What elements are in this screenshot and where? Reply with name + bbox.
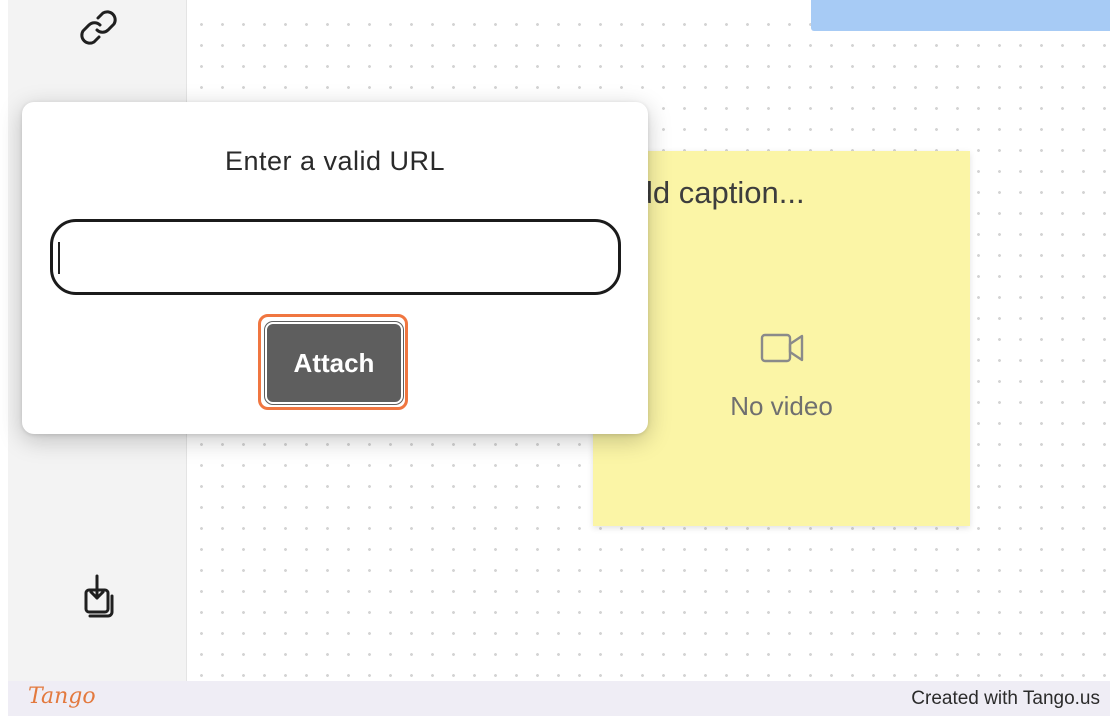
- no-video-label: No video: [730, 391, 833, 421]
- text-caret: [58, 242, 60, 274]
- blue-sticky-note[interactable]: [811, 0, 1110, 31]
- attach-button[interactable]: Attach: [265, 322, 403, 404]
- video-camera-icon: [760, 331, 806, 365]
- url-popup: Enter a valid URL Attach: [22, 102, 648, 434]
- tango-logo[interactable]: Tango: [28, 684, 96, 709]
- caption-placeholder[interactable]: Add caption...: [615, 175, 955, 211]
- popup-title: Enter a valid URL: [224, 146, 446, 176]
- link-icon[interactable]: [72, 4, 124, 52]
- url-input[interactable]: [50, 219, 621, 295]
- created-with-credit[interactable]: Created with Tango.us: [911, 688, 1100, 710]
- footer-bar: Tango Created with Tango.us: [8, 681, 1110, 716]
- import-icon[interactable]: [74, 570, 118, 622]
- video-sticky-note[interactable]: Add caption... No video: [593, 151, 970, 526]
